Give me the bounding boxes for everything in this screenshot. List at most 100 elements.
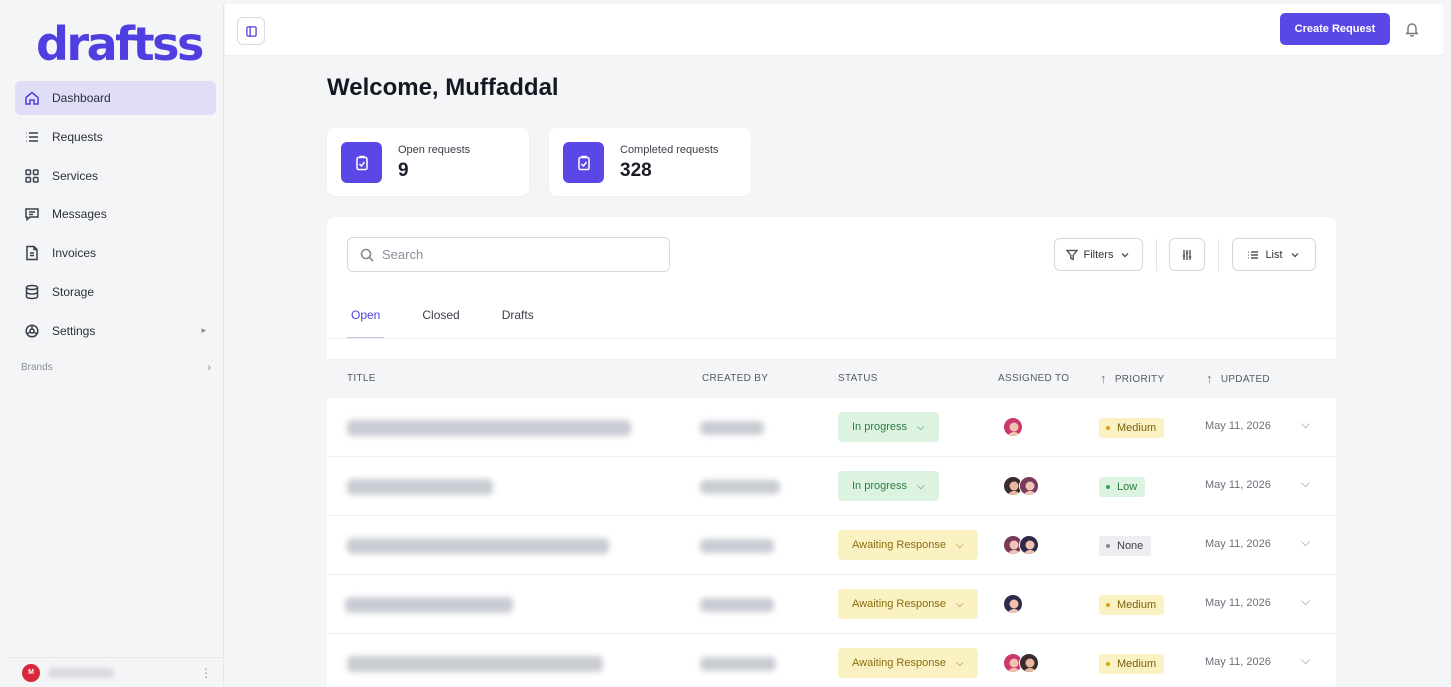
- stat-value: 9: [398, 160, 409, 181]
- filter-icon: [1065, 249, 1078, 261]
- brands-label: Brands: [21, 362, 53, 373]
- tab-drafts[interactable]: Drafts: [498, 303, 538, 339]
- request-title-redacted[interactable]: [345, 597, 513, 613]
- updated-date: May 11, 2026: [1205, 538, 1271, 550]
- page-title: Welcome, Muffaddal: [327, 74, 559, 101]
- assignee-avatars[interactable]: [1003, 535, 1039, 555]
- sidebar-item-dashboard[interactable]: Dashboard: [15, 81, 216, 115]
- sidebar-item-requests[interactable]: Requests: [15, 120, 216, 154]
- columns-settings-button[interactable]: [1169, 238, 1205, 271]
- column-assigned-to[interactable]: ASSIGNED TO: [998, 373, 1069, 384]
- toolbar-divider: [1218, 239, 1219, 271]
- sidebar-item-settings[interactable]: Settings ▸: [15, 314, 216, 348]
- updated-date: May 11, 2026: [1205, 479, 1271, 491]
- column-status[interactable]: STATUS: [838, 373, 878, 384]
- created-by-redacted: [700, 598, 774, 612]
- sidebar-item-invoices[interactable]: Invoices: [15, 236, 216, 270]
- sidebar-toggle-button[interactable]: [237, 17, 265, 45]
- request-title-redacted[interactable]: [347, 420, 631, 436]
- priority-badge[interactable]: Medium: [1099, 595, 1165, 615]
- assignee-avatars[interactable]: [1003, 476, 1039, 496]
- column-label: PRIORITY: [1114, 374, 1165, 385]
- avatar: [1003, 594, 1023, 614]
- expand-row-icon[interactable]: ⌵: [1301, 417, 1310, 432]
- column-created-by[interactable]: CREATED BY: [702, 373, 768, 384]
- created-by-redacted: [700, 480, 780, 494]
- status-dropdown[interactable]: Awaiting Response ⌵: [838, 530, 978, 560]
- priority-dot: [1106, 662, 1110, 666]
- column-title[interactable]: TITLE: [347, 373, 376, 384]
- more-vertical-icon[interactable]: ⋮: [200, 666, 212, 680]
- view-mode-button[interactable]: List: [1232, 238, 1316, 271]
- column-priority[interactable]: ↑ PRIORITY: [1100, 371, 1165, 386]
- tab-open[interactable]: Open: [347, 303, 385, 339]
- expand-row-icon[interactable]: ⌵: [1301, 594, 1310, 609]
- create-request-button[interactable]: Create Request: [1280, 13, 1390, 45]
- chevron-down-icon: ⌵: [955, 539, 964, 551]
- list-icon: [23, 128, 41, 146]
- database-icon: [23, 283, 41, 301]
- chevron-down-icon: ⌵: [955, 657, 964, 669]
- request-tabs: Open Closed Drafts: [347, 303, 572, 339]
- sidebar-item-services[interactable]: Services: [15, 159, 216, 193]
- priority-badge[interactable]: Medium: [1099, 654, 1165, 674]
- clipboard-icon: [341, 142, 382, 183]
- priority-label: Medium: [1117, 599, 1157, 611]
- table-row[interactable]: Awaiting Response ⌵ None May 11, 2026 ⌵: [327, 516, 1336, 575]
- tab-closed[interactable]: Closed: [418, 303, 463, 339]
- table-row[interactable]: In progress ⌵ Low May 11, 2026 ⌵: [327, 457, 1336, 516]
- avatar: [1003, 417, 1023, 437]
- request-title-redacted[interactable]: [347, 656, 603, 672]
- chevron-down-icon: ⌵: [955, 598, 964, 610]
- chevron-down-icon: ⌵: [917, 480, 925, 492]
- table-row[interactable]: Awaiting Response ⌵ Medium May 11, 2026 ⌵: [327, 634, 1336, 687]
- list-icon: [1248, 250, 1259, 259]
- avatar: [1019, 476, 1039, 496]
- status-dropdown[interactable]: Awaiting Response ⌵: [838, 589, 978, 619]
- invoice-icon: [23, 244, 41, 262]
- priority-badge[interactable]: None: [1099, 536, 1152, 556]
- filters-button[interactable]: Filters: [1054, 238, 1143, 271]
- priority-dot: [1106, 426, 1110, 430]
- expand-row-icon[interactable]: ⌵: [1301, 653, 1310, 668]
- avatar: M: [22, 663, 40, 682]
- assignee-avatars[interactable]: [1003, 594, 1023, 614]
- status-dropdown[interactable]: In progress ⌵: [838, 471, 939, 501]
- chevron-down-icon: [1121, 252, 1129, 257]
- sidebar-item-messages[interactable]: Messages: [15, 197, 216, 231]
- assignee-avatars[interactable]: [1003, 653, 1039, 673]
- search-box[interactable]: [347, 237, 670, 272]
- table-row[interactable]: In progress ⌵ Medium May 11, 2026 ⌵: [327, 398, 1336, 457]
- status-label: Awaiting Response: [852, 598, 946, 610]
- sidebar-item-label: Messages: [52, 207, 107, 222]
- bell-icon[interactable]: [1404, 21, 1420, 37]
- status-dropdown[interactable]: In progress ⌵: [838, 412, 939, 442]
- user-name-redacted: [48, 667, 114, 678]
- request-title-redacted[interactable]: [347, 538, 609, 554]
- priority-label: Medium: [1117, 422, 1157, 434]
- user-menu[interactable]: M ⋮: [8, 657, 224, 687]
- search-input[interactable]: [382, 247, 652, 262]
- created-by-redacted: [700, 657, 776, 671]
- status-dropdown[interactable]: Awaiting Response ⌵: [838, 648, 978, 678]
- column-label: UPDATED: [1220, 374, 1270, 385]
- chevron-right-icon: ›: [207, 362, 211, 374]
- priority-badge[interactable]: Low: [1099, 477, 1146, 497]
- request-title-redacted[interactable]: [347, 479, 493, 495]
- brands-section[interactable]: Brands ›: [21, 362, 211, 374]
- updated-date: May 11, 2026: [1205, 597, 1271, 609]
- stat-card-completed-requests[interactable]: Completed requests 328: [549, 128, 751, 196]
- expand-row-icon[interactable]: ⌵: [1301, 476, 1310, 491]
- table-row[interactable]: Awaiting Response ⌵ Medium May 11, 2026 ⌵: [327, 575, 1336, 634]
- assignee-avatars[interactable]: [1003, 417, 1023, 437]
- sidebar-item-storage[interactable]: Storage: [15, 275, 216, 309]
- priority-badge[interactable]: Medium: [1099, 418, 1165, 438]
- column-updated[interactable]: ↑ UPDATED: [1206, 371, 1270, 386]
- top-bar: Create Request: [225, 4, 1443, 56]
- sort-arrow-icon: ↑: [1206, 371, 1213, 386]
- avatar: [1019, 653, 1039, 673]
- expand-row-icon[interactable]: ⌵: [1301, 535, 1310, 550]
- sliders-icon: [1182, 249, 1192, 260]
- logo[interactable]: draftss: [36, 18, 204, 70]
- stat-card-open-requests[interactable]: Open requests 9: [327, 128, 529, 196]
